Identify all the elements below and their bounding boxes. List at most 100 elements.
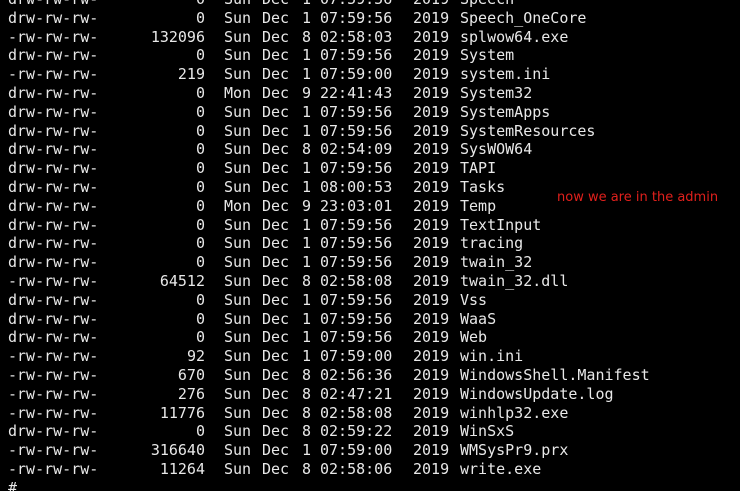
size-cell: 0 bbox=[195, 422, 205, 441]
day-cell: 1 bbox=[301, 253, 311, 272]
filename-cell: SystemApps bbox=[460, 102, 551, 121]
day-cell: 1 bbox=[301, 65, 311, 84]
listing-row: -rw-rw-rw- 11264 Sun Dec 8 02:58:06 2019 write.… bbox=[0, 460, 740, 479]
day-cell: 8 bbox=[301, 27, 311, 46]
year-cell: 2019 bbox=[413, 177, 450, 196]
year-cell: 2019 bbox=[413, 459, 450, 478]
month-cell: Dec bbox=[262, 309, 290, 328]
month-cell: Dec bbox=[262, 347, 290, 366]
weekday-cell: Mon bbox=[224, 83, 252, 102]
listing-row: drw-rw-rw- 0 Sun Dec 1 07:59:56 2019 twain_32 bbox=[0, 253, 740, 272]
time-cell: 07:59:56 bbox=[320, 102, 393, 121]
weekday-cell: Sun bbox=[224, 8, 252, 27]
year-cell: 2019 bbox=[413, 422, 450, 441]
size-cell: 0 bbox=[195, 121, 205, 140]
size-cell: 0 bbox=[195, 140, 205, 159]
year-cell: 2019 bbox=[413, 347, 450, 366]
time-cell: 07:59:56 bbox=[320, 253, 393, 272]
time-cell: 02:58:08 bbox=[320, 271, 393, 290]
day-cell: 1 bbox=[301, 46, 311, 65]
time-cell: 07:59:56 bbox=[320, 121, 393, 140]
weekday-cell: Sun bbox=[224, 65, 252, 84]
filename-cell: TextInput bbox=[460, 215, 542, 234]
month-cell: Dec bbox=[262, 102, 290, 121]
day-cell: 8 bbox=[301, 403, 311, 422]
size-cell: 0 bbox=[195, 196, 205, 215]
filename-cell: System bbox=[460, 46, 515, 65]
month-cell: Dec bbox=[262, 328, 290, 347]
filename-cell: WindowsUpdate.log bbox=[460, 384, 614, 403]
day-cell: 1 bbox=[301, 159, 311, 178]
listing-row: -rw-rw-rw- 316640 Sun Dec 1 07:59:00 2019 WMSys… bbox=[0, 441, 740, 460]
time-cell: 07:59:56 bbox=[320, 215, 393, 234]
shell-prompt-line[interactable]: # bbox=[0, 479, 740, 491]
size-cell: 316640 bbox=[150, 441, 205, 460]
filename-cell: twain_32.dll bbox=[460, 271, 569, 290]
time-cell: 07:59:56 bbox=[320, 290, 393, 309]
filename-cell: SysWOW64 bbox=[460, 140, 533, 159]
time-cell: 07:59:56 bbox=[320, 46, 393, 65]
filename-cell: Vss bbox=[460, 290, 488, 309]
year-cell: 2019 bbox=[413, 384, 450, 403]
month-cell: Dec bbox=[262, 159, 290, 178]
listing-row: -rw-rw-rw- 11776 Sun Dec 8 02:58:08 2019 winhlp… bbox=[0, 404, 740, 423]
year-cell: 2019 bbox=[413, 253, 450, 272]
weekday-cell: Sun bbox=[224, 347, 252, 366]
year-cell: 2019 bbox=[413, 309, 450, 328]
time-cell: 02:47:21 bbox=[320, 384, 393, 403]
year-cell: 2019 bbox=[413, 46, 450, 65]
listing-row: drw-rw-rw- 0 Sun Dec 1 07:59:56 2019 System bbox=[0, 46, 740, 65]
weekday-cell: Sun bbox=[224, 459, 252, 478]
month-cell: Dec bbox=[262, 177, 290, 196]
filename-cell: System32 bbox=[460, 83, 533, 102]
time-cell: 07:59:00 bbox=[320, 347, 393, 366]
time-cell: 07:59:56 bbox=[320, 234, 393, 253]
size-cell: 64512 bbox=[159, 271, 205, 290]
year-cell: 2019 bbox=[413, 0, 449, 9]
weekday-cell: Sun bbox=[224, 328, 252, 347]
month-cell: Dec bbox=[262, 27, 290, 46]
day-cell: 1 bbox=[301, 290, 311, 309]
size-cell: 11264 bbox=[159, 459, 205, 478]
terminal-window[interactable]: drw-rw-rw-0SunDec107:59:562019Speechdrw-… bbox=[0, 0, 740, 491]
month-cell: Dec bbox=[262, 65, 290, 84]
day-cell: 1 bbox=[295, 0, 311, 9]
size-cell: 0 bbox=[195, 215, 205, 234]
size-cell: 0 bbox=[195, 102, 205, 121]
year-cell: 2019 bbox=[413, 215, 450, 234]
size-cell: 11776 bbox=[159, 403, 205, 422]
year-cell: 2019 bbox=[413, 121, 450, 140]
day-cell: 1 bbox=[301, 177, 311, 196]
time-cell: 22:41:43 bbox=[320, 83, 393, 102]
day-cell: 1 bbox=[301, 328, 311, 347]
time-cell: 07:59:00 bbox=[320, 65, 393, 84]
filename-cell: TAPI bbox=[460, 159, 497, 178]
month-cell: Dec bbox=[262, 0, 289, 9]
listing-row: drw-rw-rw- 0 Sun Dec 1 07:59:56 2019 Web bbox=[0, 328, 740, 347]
weekday-cell: Sun bbox=[224, 177, 252, 196]
filename-cell: WinSxS bbox=[460, 422, 515, 441]
year-cell: 2019 bbox=[413, 102, 450, 121]
size-cell: 0 bbox=[195, 234, 205, 253]
filename-cell: Web bbox=[460, 328, 488, 347]
year-cell: 2019 bbox=[413, 403, 450, 422]
listing-row: drw-rw-rw- 0 Sun Dec 1 07:59:56 2019 TextInput bbox=[0, 216, 740, 235]
weekday-cell: Sun bbox=[224, 384, 252, 403]
size-cell: 0 bbox=[195, 46, 205, 65]
listing-row: drw-rw-rw- 0 Sun Dec 1 07:59:56 2019 Vss bbox=[0, 291, 740, 310]
weekday-cell: Sun bbox=[224, 121, 252, 140]
day-cell: 1 bbox=[301, 234, 311, 253]
month-cell: Dec bbox=[262, 365, 290, 384]
month-cell: Dec bbox=[262, 215, 290, 234]
size-cell: 670 bbox=[177, 365, 205, 384]
size-cell: 219 bbox=[177, 65, 205, 84]
weekday-cell: Sun bbox=[224, 215, 252, 234]
time-cell: 02:56:36 bbox=[320, 365, 393, 384]
day-cell: 1 bbox=[301, 215, 311, 234]
filename-cell: system.ini bbox=[460, 65, 551, 84]
day-cell: 9 bbox=[301, 196, 311, 215]
listing-row: drw-rw-rw- 0 Sun Dec 1 07:59:56 2019 SystemReso… bbox=[0, 122, 740, 141]
month-cell: Dec bbox=[262, 196, 290, 215]
day-cell: 8 bbox=[301, 384, 311, 403]
listing-row: drw-rw-rw- 0 Mon Dec 9 22:41:43 2019 System32 bbox=[0, 84, 740, 103]
